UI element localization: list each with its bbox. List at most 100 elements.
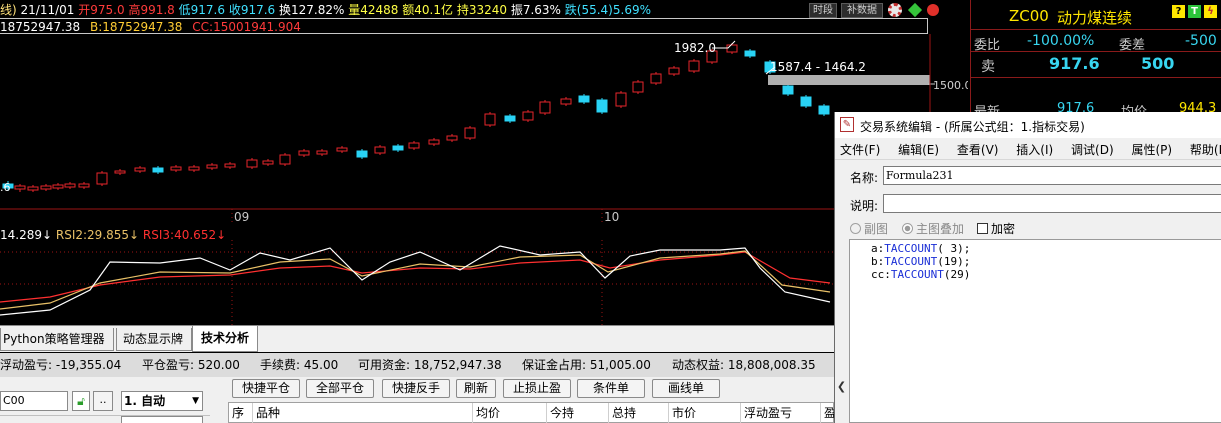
- collapse-arrow-icon[interactable]: ❮: [835, 372, 848, 402]
- quick-reverse-button[interactable]: 快捷反手: [382, 379, 450, 398]
- period-button[interactable]: 时段: [809, 3, 837, 18]
- col-floating-pnl[interactable]: 浮动盈亏: [741, 403, 821, 423]
- menu-properties[interactable]: 属性(P): [1131, 143, 1172, 157]
- refresh-button[interactable]: 刷新: [456, 379, 496, 398]
- conditional-order-button[interactable]: 条件单: [577, 379, 645, 398]
- red-circle-icon[interactable]: [927, 4, 939, 16]
- menu-edit[interactable]: 编辑(E): [898, 143, 939, 157]
- stop-loss-take-profit-button[interactable]: 止损止盈: [503, 379, 571, 398]
- month-label-09: 09: [234, 210, 249, 224]
- qty-input[interactable]: [121, 416, 203, 423]
- candle-body: [78, 183, 90, 188]
- radio-mainchart-circle: [902, 223, 913, 234]
- quote-panel: ZC00 动力煤连续 ? T ϟ 委比 -100.00% 委差 -500 卖 9…: [970, 0, 1221, 120]
- mode-select-value: 1. 自动: [124, 394, 166, 408]
- menu-file[interactable]: 文件(F): [840, 143, 880, 157]
- menu-view[interactable]: 查看(V): [957, 143, 999, 157]
- commission: 手续费: 45.00: [260, 358, 339, 372]
- radio-mainchart[interactable]: 主图叠加: [902, 220, 964, 237]
- mode-select[interactable]: 1. 自动 ▼: [121, 391, 203, 411]
- candle-body: [818, 105, 830, 115]
- more-button[interactable]: ..: [93, 391, 113, 411]
- account-summary-bar: 浮动盈亏: -19,355.04 平仓盈亏: 520.00 手续费: 45.00…: [0, 353, 834, 377]
- candle-body: [578, 95, 590, 103]
- candle-body: [206, 164, 218, 169]
- peak-label: 1982.0: [674, 41, 716, 55]
- checkbox-encrypt-label: 加密: [991, 222, 1016, 236]
- sell-label: 卖: [981, 59, 995, 75]
- formula-values-line: 18752947.38 B:18752947.38 CC:15001941.90…: [0, 18, 928, 34]
- margin-used: 保证金占用: 51,005.00: [522, 358, 651, 372]
- col-instrument[interactable]: 品种: [253, 403, 473, 423]
- candle-body: [356, 150, 368, 158]
- candle-body: [114, 170, 126, 174]
- question-icon[interactable]: ?: [1172, 5, 1185, 18]
- line-order-button[interactable]: 画线单: [652, 379, 720, 398]
- sell-price: 917.6: [1049, 54, 1100, 73]
- available-funds: 可用资金: 18,752,947.38: [358, 358, 502, 372]
- lightning-icon[interactable]: ϟ: [1204, 5, 1217, 18]
- candle-body: [522, 111, 534, 121]
- tab-dynamic-board[interactable]: 动态显示牌: [116, 328, 192, 351]
- header-date: 21/11/01: [20, 3, 75, 17]
- candle-body: [336, 147, 348, 152]
- value-cc: CC:15001941.904: [192, 20, 301, 34]
- value-a: 18752947.38: [0, 20, 81, 34]
- quick-close-button[interactable]: 快捷平仓: [232, 379, 300, 398]
- col-avg-price[interactable]: 均价: [473, 403, 547, 423]
- rsi-chart[interactable]: [0, 240, 968, 325]
- lock-icon[interactable]: 🔓︎: [72, 391, 90, 411]
- menu-help[interactable]: 帮助(H): [1190, 143, 1221, 157]
- candle-body: [262, 160, 274, 165]
- dynamic-equity: 动态权益: 18,808,008.35: [672, 358, 816, 372]
- col-today-position[interactable]: 今持: [547, 403, 609, 423]
- candle-body: [560, 98, 572, 105]
- header-prefix: 线): [0, 3, 17, 17]
- radio-subchart-circle: [850, 223, 861, 234]
- header-volume: 量42488: [348, 3, 399, 17]
- candle-body: [596, 99, 608, 113]
- candlestick-chart[interactable]: 1982.0 1587.4 - 1464.2 1500.0 .6 09 10: [0, 34, 968, 224]
- t-icon[interactable]: T: [1188, 5, 1201, 18]
- col-total-position[interactable]: 总持: [609, 403, 669, 423]
- candle-body: [374, 146, 386, 154]
- candle-body: [744, 50, 756, 57]
- gear-icon[interactable]: [888, 3, 902, 17]
- candle-body: [782, 85, 794, 95]
- name-input[interactable]: Formula231: [883, 166, 1221, 185]
- candle-body: [152, 167, 164, 173]
- menu-insert[interactable]: 插入(I): [1016, 143, 1053, 157]
- tab-python-strategy[interactable]: Python策略管理器: [0, 328, 114, 351]
- tab-technical-analysis[interactable]: 技术分析: [192, 326, 258, 352]
- menu-debug[interactable]: 调试(D): [1071, 143, 1114, 157]
- header-high: 高991.8: [128, 3, 175, 17]
- header-amount: 额40.1亿: [402, 3, 453, 17]
- radio-subchart-label: 副图: [864, 222, 889, 236]
- candle-body: [688, 60, 700, 72]
- chart-window: 线) 21/11/01 开975.0 高991.8 低917.6 收917.6 …: [0, 0, 968, 325]
- candle-body: [64, 183, 76, 188]
- col-pnl[interactable]: 盈: [821, 403, 836, 423]
- code-line: cc:TACCOUNT(29): [871, 268, 971, 281]
- rsi3-line: [0, 251, 831, 303]
- desc-input[interactable]: [883, 194, 1221, 213]
- symbol-input[interactable]: C00: [0, 391, 68, 411]
- range-label: 1587.4 - 1464.2: [770, 60, 866, 74]
- checkbox-encrypt[interactable]: 加密: [977, 220, 1015, 237]
- code-line: a:TACCOUNT( 3);: [871, 242, 971, 255]
- green-diamond-icon[interactable]: [907, 2, 923, 18]
- candle-body: [96, 172, 108, 185]
- supplement-data-button[interactable]: 补数据: [841, 3, 883, 18]
- col-market-price[interactable]: 市价: [669, 403, 741, 423]
- code-line: b:TACCOUNT(19);: [871, 255, 971, 268]
- header-close: 收917.6: [228, 3, 276, 17]
- radio-subchart[interactable]: 副图: [850, 220, 888, 237]
- col-seq[interactable]: 序: [229, 403, 253, 423]
- candle-body: [668, 67, 680, 75]
- candle-body: [14, 185, 26, 190]
- close-all-button[interactable]: 全部平仓: [306, 379, 374, 398]
- left-low-label: .6: [0, 181, 11, 194]
- code-editor[interactable]: a:TACCOUNT( 3); b:TACCOUNT(19); cc:TACCO…: [849, 239, 1221, 423]
- candle-body: [134, 167, 146, 172]
- candle-body: [170, 166, 182, 171]
